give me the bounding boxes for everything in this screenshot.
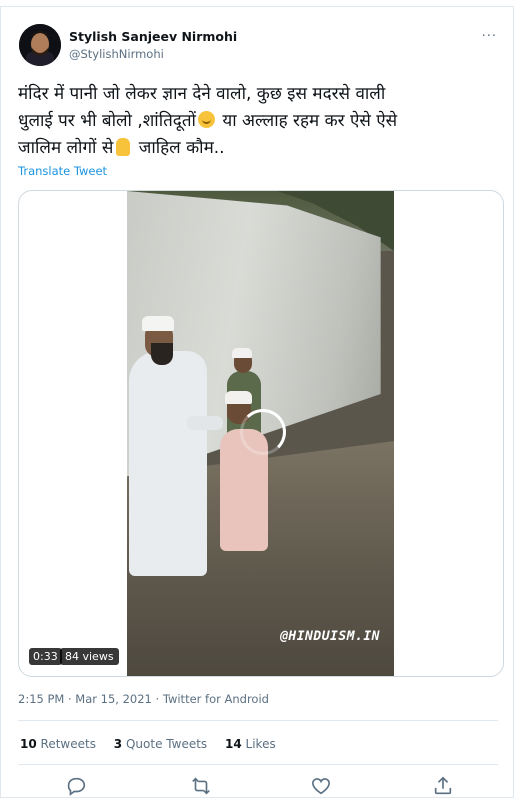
likes-label: Likes [245, 737, 276, 751]
pointing-down-emoji-icon [116, 138, 131, 156]
likes-count: 14 [225, 737, 242, 751]
video-media[interactable]: @HINDUISM.IN 0:33 84 views [18, 190, 504, 677]
man-arm [187, 416, 223, 430]
tweet-card: Stylish Sanjeev Nirmohi @StylishNirmohi … [0, 6, 514, 798]
man-beard [151, 343, 173, 365]
display-name[interactable]: Stylish Sanjeev Nirmohi [69, 29, 237, 44]
avatar[interactable] [19, 24, 61, 66]
video-views-badge: 84 views [60, 648, 119, 665]
child-cap [225, 391, 252, 404]
tweet-actions-bar [1, 775, 515, 799]
tweet-text-segment: जालिम लोगों से [18, 138, 114, 158]
loading-spinner-icon [240, 409, 286, 455]
child-cap [232, 348, 252, 358]
man-figure [129, 351, 207, 576]
quote-tweets-stat[interactable]: 3 Quote Tweets [114, 737, 207, 751]
retweets-label: Retweets [40, 737, 96, 751]
tweet-text-line-1: मंदिर में पानी जो लेकर ज्ञान देने वालो, … [18, 84, 386, 104]
like-icon[interactable] [310, 775, 334, 799]
smirk-emoji-icon [197, 111, 215, 128]
tweet-text-line-2: धुलाई पर भी बोलो ,शांतिदूतों या अल्लाह र… [18, 108, 498, 135]
video-duration-badge: 0:33 [29, 648, 62, 665]
share-icon[interactable] [432, 775, 456, 799]
tweet-text-line-3: जालिम लोगों से जाहिल कौम.. [18, 135, 498, 162]
retweets-count: 10 [20, 737, 37, 751]
engagement-stats: 10 Retweets 3 Quote Tweets 14 Likes [20, 737, 290, 751]
quote-tweets-count: 3 [113, 737, 123, 751]
tweet-text-segment: धुलाई पर भी बोलो ,शांतिदूतों [18, 111, 196, 131]
translate-tweet-link[interactable]: Translate Tweet [18, 164, 107, 178]
tweet-text-segment: जाहिल कौम.. [133, 138, 225, 158]
video-frame[interactable]: @HINDUISM.IN [127, 191, 394, 676]
retweet-icon[interactable] [190, 775, 214, 799]
tweet-timestamp[interactable]: 2:15 PM · Mar 15, 2021 · Twitter for And… [18, 692, 269, 706]
tweet-text: मंदिर में पानी जो लेकर ज्ञान देने वालो, … [18, 81, 498, 162]
likes-stat[interactable]: 14 Likes [225, 737, 276, 751]
divider [18, 720, 498, 721]
user-handle[interactable]: @StylishNirmohi [69, 47, 164, 61]
retweets-stat[interactable]: 10 Retweets [20, 737, 96, 751]
video-watermark: @HINDUISM.IN [280, 629, 380, 644]
quote-tweets-label: Quote Tweets [125, 737, 208, 751]
divider [18, 764, 498, 765]
more-options-icon[interactable]: ··· [482, 29, 497, 44]
tweet-text-segment: या अल्लाह रहम कर ऐसे ऐसे [216, 111, 398, 131]
reply-icon[interactable] [65, 775, 89, 799]
man-cap [142, 316, 174, 331]
